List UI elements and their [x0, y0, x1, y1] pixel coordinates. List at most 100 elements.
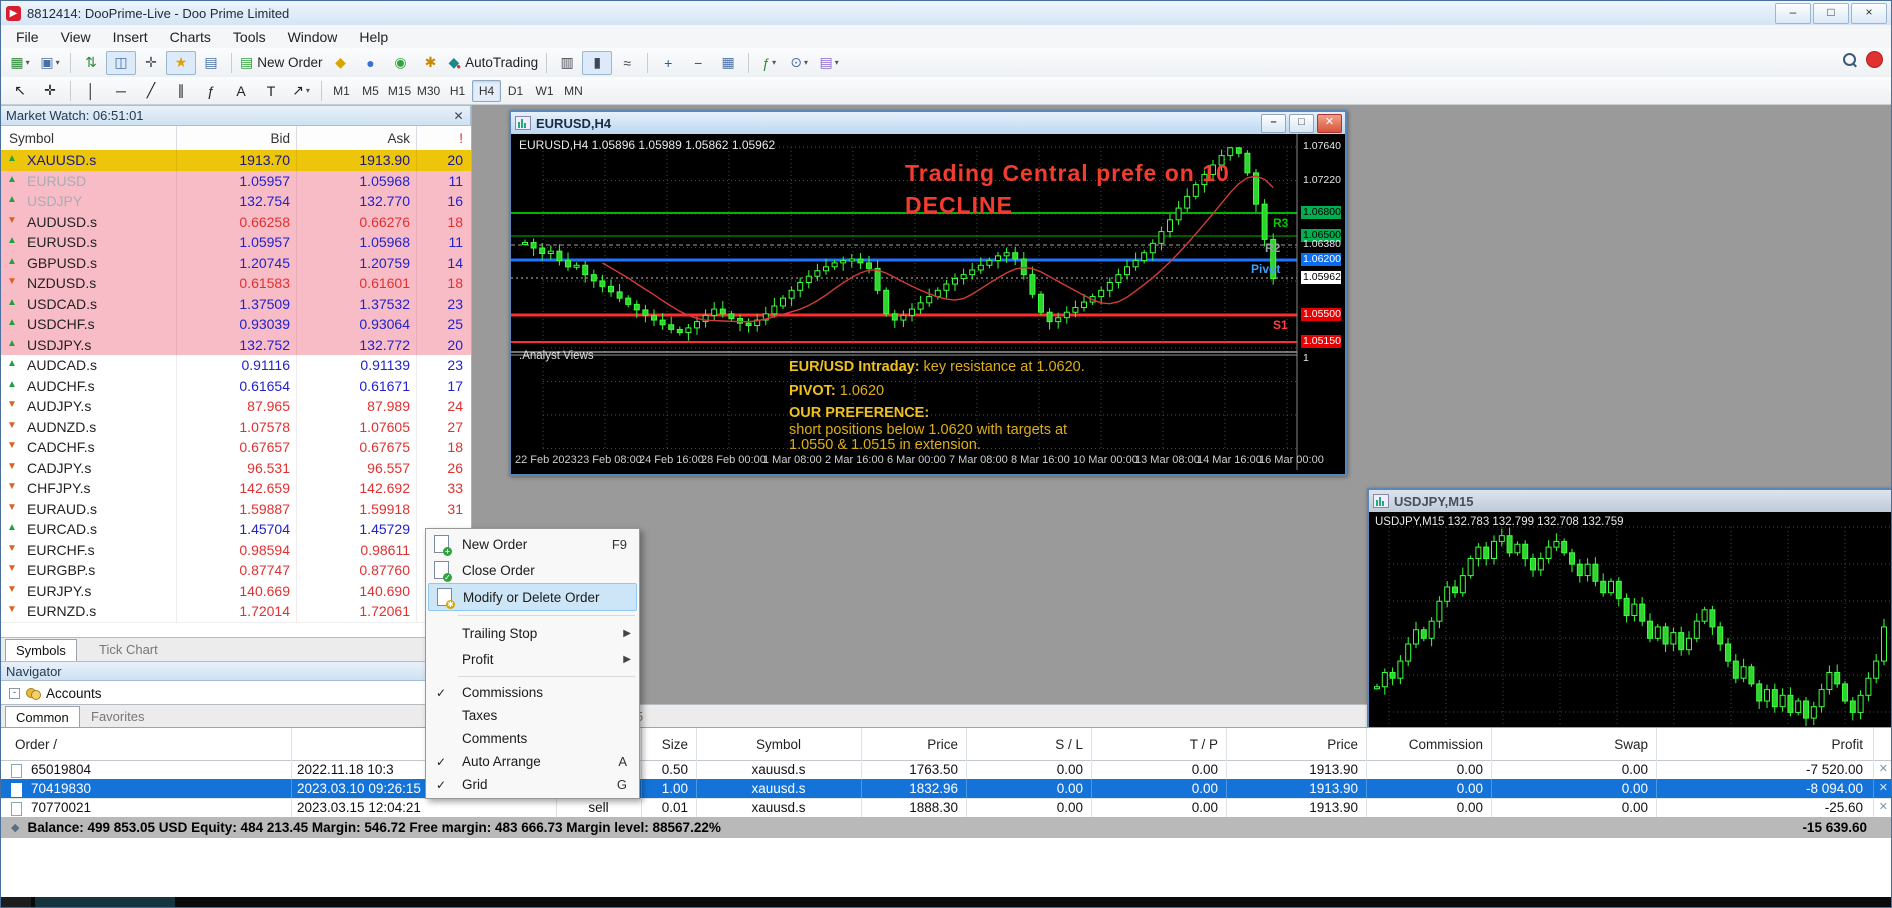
metaeditor-icon[interactable]: ◆ [326, 51, 356, 75]
order-row[interactable]: 707700212023.03.15 12:04:21sell0.01xauus… [1, 798, 1892, 818]
text-icon[interactable]: A [226, 79, 256, 103]
terminal-icon[interactable]: ▤ [196, 51, 226, 75]
market-watch-row[interactable]: ▲AUDCAD.s0.911160.9113923 [1, 355, 471, 377]
vertical-line-icon[interactable]: │ [76, 79, 106, 103]
usdjpy-chart-area[interactable]: USDJPY,M15 132.783 132.799 132.708 132.7… [1369, 512, 1892, 736]
tick-chart-icon[interactable]: ⇅ [76, 51, 106, 75]
column-header-symbol[interactable]: Symbol [1, 126, 184, 150]
orders-column-t-p[interactable]: T / P [1091, 735, 1226, 754]
notifications-icon[interactable] [1866, 51, 1883, 68]
autotrading-button[interactable]: ◆●AutoTrading [446, 51, 542, 75]
label-icon[interactable]: T [256, 79, 286, 103]
arrows-icon[interactable]: ↗▾ [286, 79, 316, 103]
orders-column-swap[interactable]: Swap [1491, 735, 1656, 754]
menu-item-commissions[interactable]: Commissions✓ [426, 681, 639, 704]
tab-common[interactable]: Common [5, 706, 80, 728]
market-watch-row[interactable]: ▲GBPUSD.s1.207451.2075914 [1, 253, 471, 275]
market-watch-row[interactable]: ▼AUDJPY.s87.96587.98924 [1, 396, 471, 418]
market-watch-row[interactable]: ▲EURUSD.s1.059571.0596811 [1, 232, 471, 254]
navigator-icon[interactable]: ★ [166, 51, 196, 75]
menu-tools[interactable]: Tools [222, 27, 277, 47]
expert-advisors-icon[interactable]: ● [356, 51, 386, 75]
column-header-bid[interactable]: Bid [176, 126, 290, 150]
orders-column-price[interactable]: Price [1226, 735, 1366, 754]
periods-icon[interactable]: ⊙▾ [784, 51, 814, 75]
navigator-item-accounts[interactable]: - Accounts [1, 683, 471, 704]
menu-view[interactable]: View [50, 27, 102, 47]
column-header-ask[interactable]: Ask [296, 126, 410, 150]
timeframe-h4[interactable]: H4 [472, 80, 501, 102]
market-watch-row[interactable]: ▲EURCAD.s1.457041.45729 [1, 519, 471, 541]
market-watch-row[interactable]: ▼EURCHF.s0.985940.98611 [1, 540, 471, 562]
menu-item-auto-arrange[interactable]: Auto Arrange✓A [426, 750, 639, 773]
menu-item-close-order[interactable]: Close Order✓ [426, 557, 639, 583]
options-icon[interactable]: ✱ [416, 51, 446, 75]
indicators-icon[interactable]: ƒ▾ [754, 51, 784, 75]
eurusd-chart-area[interactable]: EURUSD,H4 1.05896 1.05989 1.05862 1.0596… [511, 134, 1341, 470]
tree-expand-icon[interactable]: - [9, 688, 20, 699]
market-watch-row[interactable]: ▲USDJPY.s132.752132.77220 [1, 335, 471, 357]
trendline-icon[interactable]: ╱ [136, 79, 166, 103]
chart-restore-button[interactable]: □ [1289, 114, 1314, 133]
tab-symbols[interactable]: Symbols [5, 639, 77, 661]
minimize-button[interactable]: – [1775, 3, 1811, 24]
orders-column-symbol[interactable]: Symbol [696, 735, 861, 754]
market-watch-row[interactable]: ▲USDCHF.s0.930390.9306425 [1, 314, 471, 336]
tile-windows-icon[interactable]: ▦ [713, 51, 743, 75]
profiles-icon[interactable]: ▣▾ [35, 51, 65, 75]
search-icon[interactable] [1843, 53, 1856, 66]
menu-help[interactable]: Help [348, 27, 399, 47]
market-watch-row[interactable]: ▲AUDCHF.s0.616540.6167117 [1, 376, 471, 398]
market-watch-row[interactable]: ▼EURGBP.s0.877470.87760 [1, 560, 471, 582]
menu-file[interactable]: File [5, 27, 50, 47]
orders-column-commission[interactable]: Commission [1366, 735, 1491, 754]
menu-insert[interactable]: Insert [102, 27, 159, 47]
order-row[interactable]: 704198302023.03.10 09:26:15sell1.00xauus… [1, 779, 1892, 799]
orders-column-price[interactable]: Price [861, 735, 966, 754]
orders-column-size[interactable]: Size [641, 735, 696, 754]
usdjpy-window-titlebar[interactable]: USDJPY,M15 [1369, 490, 1892, 512]
menu-item-comments[interactable]: Comments [426, 727, 639, 750]
column-header-spread[interactable]: ! [416, 126, 463, 150]
chart-close-button[interactable]: ✕ [1317, 114, 1342, 133]
close-button[interactable]: × [1851, 3, 1887, 24]
timeframe-m1[interactable]: M1 [327, 80, 356, 102]
menu-charts[interactable]: Charts [159, 27, 222, 47]
market-watch-row[interactable]: ▲EURUSD1.059571.0596811 [1, 171, 471, 193]
menu-item-modify-or-delete-order[interactable]: Modify or Delete Order✱ [428, 583, 637, 611]
market-watch-icon[interactable]: ◫ [106, 51, 136, 75]
menu-item-profit[interactable]: Profit▶ [426, 646, 639, 672]
eurusd-window-titlebar[interactable]: EURUSD,H4 – □ ✕ [511, 112, 1345, 134]
market-watch-row[interactable]: ▲USDCAD.s1.375091.3753223 [1, 294, 471, 316]
bar-chart-icon[interactable]: ▥ [552, 51, 582, 75]
new-chart-icon[interactable]: ▦▾ [5, 51, 35, 75]
horizontal-line-icon[interactable]: ─ [106, 79, 136, 103]
menu-item-new-order[interactable]: New Order+F9 [426, 531, 639, 557]
templates-icon[interactable]: ▤▾ [814, 51, 844, 75]
orders-column-s-l[interactable]: S / L [966, 735, 1091, 754]
market-watch-row[interactable]: ▼NZDUSD.s0.615830.6160118 [1, 273, 471, 295]
market-watch-row[interactable]: ▲USDJPY132.754132.77016 [1, 191, 471, 213]
line-chart-icon[interactable]: ≈ [612, 51, 642, 75]
market-watch-close-icon[interactable]: ✕ [451, 109, 466, 124]
order-row[interactable]: 650198042022.11.18 10:30.50xauusd.s1763.… [1, 760, 1892, 780]
tab-favorites[interactable]: Favorites [81, 707, 154, 726]
tab-tick-chart[interactable]: Tick Chart [89, 640, 168, 659]
timeframe-m30[interactable]: M30 [414, 80, 443, 102]
menu-item-grid[interactable]: Grid✓G [426, 773, 639, 796]
close-order-icon[interactable]: ✕ [1879, 781, 1888, 794]
market-watch-row[interactable]: ▼AUDNZD.s1.075781.0760527 [1, 417, 471, 439]
fibonacci-icon[interactable]: ƒ [196, 79, 226, 103]
timeframe-w1[interactable]: W1 [530, 80, 559, 102]
channel-icon[interactable]: ∥ [166, 79, 196, 103]
orders-column-profit[interactable]: Profit [1656, 735, 1871, 754]
market-watch-row[interactable]: ▼EURNZD.s1.720141.72061 [1, 601, 471, 623]
crosshair-icon[interactable]: ✛ [35, 79, 65, 103]
data-window-icon[interactable]: ✛ [136, 51, 166, 75]
market-watch-row[interactable]: ▼CADJPY.s96.53196.55726 [1, 458, 471, 480]
menu-window[interactable]: Window [277, 27, 349, 47]
market-watch-row[interactable]: ▲XAUUSD.s1913.701913.9020 [1, 150, 471, 172]
new-order-button[interactable]: ▤New Order [237, 51, 326, 75]
market-watch-row[interactable]: ▼CHFJPY.s142.659142.69233 [1, 478, 471, 500]
zoom-in-icon[interactable]: + [653, 51, 683, 75]
